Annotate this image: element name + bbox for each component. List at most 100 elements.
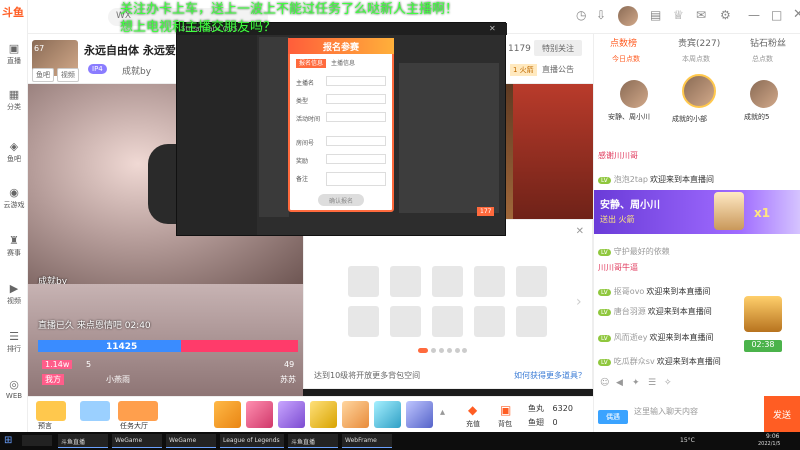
shirt-icon[interactable]: ♕	[673, 8, 684, 22]
sidebar-item-video[interactable]: ▶ 视频	[0, 282, 28, 306]
tab-points[interactable]: 点数榜	[610, 36, 637, 49]
dialog-tab-streamer[interactable]: 主播信息	[328, 59, 358, 68]
douyu-logo[interactable]: 斗鱼	[2, 4, 28, 30]
tab-diamond-fans[interactable]: 钻石粉丝	[750, 36, 786, 49]
backpack-slot[interactable]	[516, 266, 547, 297]
download-icon[interactable]: ⇩	[596, 8, 606, 22]
gift-icon[interactable]: ✦	[632, 378, 640, 388]
chat-input[interactable]: 这里输入聊天内容	[634, 404, 758, 428]
obs-left-panel	[177, 35, 257, 235]
sidebar-item-live[interactable]: ▣ 直播	[0, 42, 28, 66]
rank-user-name[interactable]: 成就的小部	[672, 114, 707, 124]
rank-user-avatar[interactable]	[620, 80, 648, 108]
backpack-slot[interactable]	[474, 266, 505, 297]
history-icon[interactable]: ◷	[576, 8, 586, 22]
backpack-slot[interactable]	[432, 306, 463, 337]
subtab-total[interactable]: 总点数	[752, 54, 773, 64]
backpack-slot[interactable]	[348, 266, 379, 297]
fish-fin-value: 0	[552, 418, 558, 427]
announcement-link[interactable]: 直播公告	[542, 64, 574, 75]
subtab-week[interactable]: 本周点数	[682, 54, 710, 64]
obs-preview-right	[399, 63, 499, 213]
user-avatar[interactable]	[618, 6, 638, 26]
prophecy-icon[interactable]	[36, 401, 66, 421]
dialog-input[interactable]	[326, 94, 386, 104]
task-hall-label: 任务大厅	[120, 422, 148, 430]
dialog-textarea[interactable]	[326, 172, 386, 186]
next-page-icon[interactable]: ›	[576, 294, 582, 310]
taskbar-app[interactable]: WeGame	[166, 434, 216, 448]
recharge-label[interactable]: 充值	[466, 419, 480, 429]
taskbar-app[interactable]: 斗鱼直播	[288, 434, 338, 448]
chat-toolbar: ☺ ◀ ✦ ☰ ✧	[594, 378, 800, 392]
backpack-slot[interactable]	[516, 306, 547, 337]
backpack-slot[interactable]	[390, 306, 421, 337]
pin-icon[interactable]: ✧	[664, 378, 672, 388]
sidebar-item-category[interactable]: ▦ 分类	[0, 88, 28, 112]
barrage-icon[interactable]: ☰	[648, 378, 656, 388]
taskbar-app[interactable]: WeGame	[112, 434, 162, 448]
taskbar-search[interactable]	[22, 435, 52, 446]
backpack-slot[interactable]	[432, 266, 463, 297]
task-hall-icon[interactable]	[118, 401, 158, 421]
tag-fishbar[interactable]: 鱼吧	[32, 68, 54, 82]
tab-vip[interactable]: 贵宾(227)	[678, 36, 720, 49]
close-icon[interactable]: ✕	[793, 7, 800, 22]
message-icon[interactable]: ✉	[696, 8, 706, 22]
sidebar-item-rank[interactable]: ☰ 排行	[0, 330, 28, 354]
taskbar-app[interactable]: League of Legends	[220, 434, 284, 448]
maximize-icon[interactable]: □	[771, 8, 782, 22]
emoji-icon[interactable]: ☺	[600, 378, 609, 388]
send-button[interactable]: 发送	[764, 396, 800, 432]
bag-icon[interactable]: ▣	[500, 403, 511, 417]
recharge-icon[interactable]: ◆	[468, 403, 477, 417]
treasure-chest-icon[interactable]	[744, 296, 782, 332]
backpack-slot[interactable]	[474, 306, 505, 337]
rank-user-name[interactable]: 安静、周小川	[608, 112, 650, 122]
dialog-tab-info[interactable]: 报名信息	[296, 59, 327, 68]
sidebar-item-fishbar[interactable]: ◈ 鱼吧	[0, 140, 28, 164]
bag-label[interactable]: 背包	[498, 419, 512, 429]
obs-start-button[interactable]: 177	[477, 207, 495, 216]
sidebar-item-events[interactable]: ♜ 赛事	[0, 234, 28, 258]
dialog-input[interactable]	[326, 112, 386, 122]
gift-banner-name: 安静、周小川	[600, 200, 660, 211]
rank-user-avatar[interactable]	[682, 74, 716, 108]
grid-icon: ▦	[8, 88, 20, 101]
quick-chat-button[interactable]: 偶遇	[598, 410, 628, 424]
dialog-input[interactable]	[326, 154, 386, 164]
streamer-name[interactable]: 成就by	[122, 64, 151, 77]
gift-item[interactable]	[374, 401, 401, 428]
gift-item[interactable]	[406, 401, 433, 428]
windows-start-icon[interactable]: ⊞	[4, 435, 12, 446]
gift-item[interactable]	[278, 401, 305, 428]
minimize-icon[interactable]: —	[748, 8, 760, 22]
confirm-signup-button[interactable]: 确认报名	[318, 194, 364, 206]
taskbar-app[interactable]: WebFrame	[342, 434, 392, 448]
rank-user-avatar[interactable]	[750, 80, 778, 108]
gift-item[interactable]	[214, 401, 241, 428]
gift-item[interactable]	[246, 401, 273, 428]
horn-icon[interactable]: ◀	[616, 378, 623, 388]
taskbar-app[interactable]: 斗鱼直播	[58, 434, 108, 448]
settings-icon[interactable]: ⚙	[720, 8, 731, 22]
more-items-link[interactable]: 如何获得更多道具？	[514, 370, 586, 381]
backpack-close-icon[interactable]: ✕	[576, 226, 584, 237]
dialog-input[interactable]	[326, 136, 386, 146]
obs-close-icon[interactable]: ✕	[489, 24, 496, 33]
subtab-today[interactable]: 今日点数	[612, 54, 640, 64]
gift-item[interactable]	[310, 401, 337, 428]
mail-icon[interactable]	[80, 401, 110, 421]
gift-expand-icon[interactable]: ▴	[440, 407, 445, 418]
dialog-input[interactable]	[326, 76, 386, 86]
backpack-slot[interactable]	[390, 266, 421, 297]
gift-item[interactable]	[342, 401, 369, 428]
tag-video[interactable]: 视频	[56, 68, 79, 82]
rank-user-name[interactable]: 成就的5	[744, 112, 769, 122]
sidebar-item-cloudgame[interactable]: ◉ 云游戏	[0, 186, 28, 210]
sidebar-item-web[interactable]: ◎ WEB	[0, 378, 28, 400]
backpack-slot[interactable]	[348, 306, 379, 337]
follow-button[interactable]: 特别关注	[534, 40, 582, 56]
overlay-text-line1: 关注办卡上车，送上一波上不能过任务了么哒新人主播啊！	[120, 2, 459, 17]
task-icon[interactable]: ▤	[650, 8, 661, 22]
